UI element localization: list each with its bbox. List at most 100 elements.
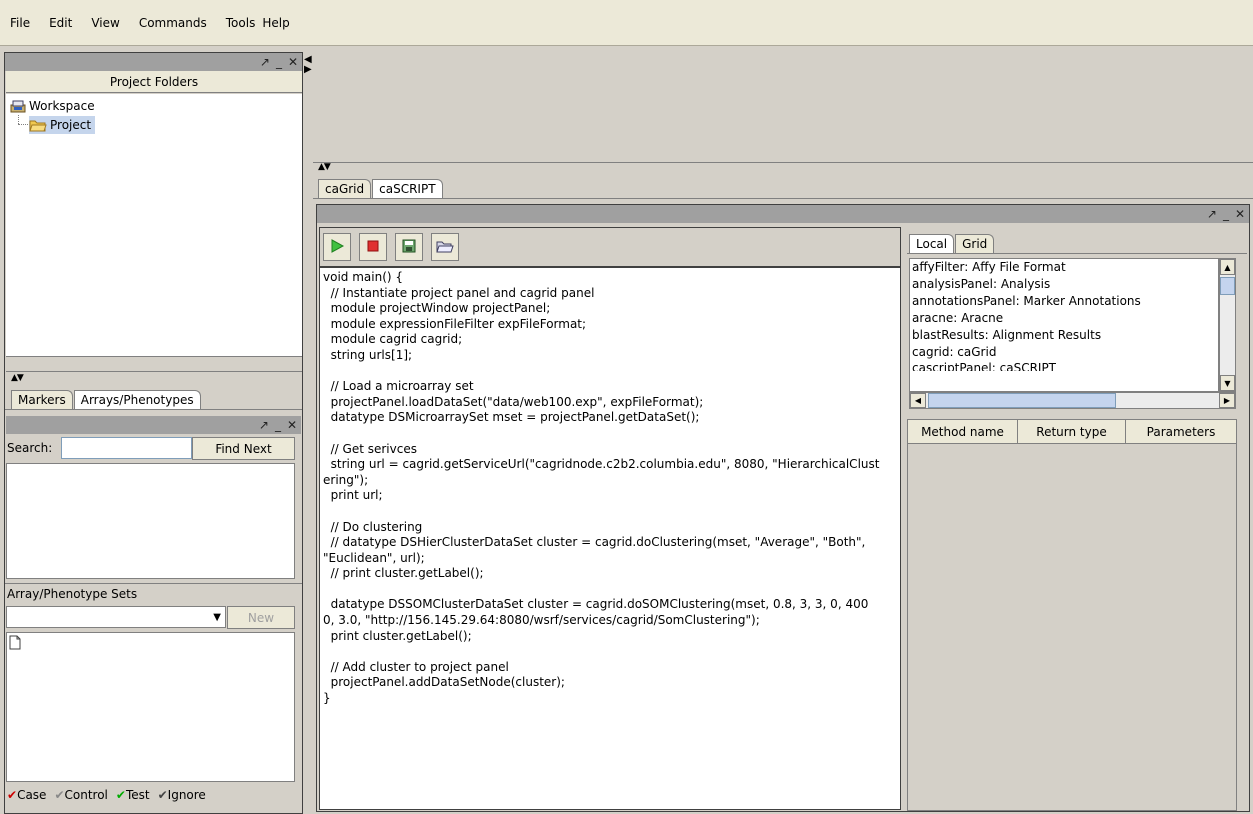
- list-item[interactable]: annotationsPanel: Marker Annotations: [910, 293, 1218, 310]
- folder-open-icon: [29, 118, 47, 132]
- list-item[interactable]: blastResults: Alignment Results: [910, 327, 1218, 344]
- tree-item-workspace[interactable]: Workspace: [10, 97, 95, 115]
- tree-connector: [18, 115, 19, 124]
- search-input[interactable]: [61, 437, 192, 459]
- legend-label: Test: [125, 788, 150, 802]
- tab-cascript[interactable]: caSCRIPT: [372, 179, 443, 198]
- tab-grid[interactable]: Grid: [955, 234, 995, 253]
- phenotype-legend: ✔ Case ✔ Control ✔ Test ✔ Ignore: [7, 788, 206, 802]
- legend-label: Control: [64, 788, 108, 802]
- search-results-list[interactable]: [6, 463, 295, 579]
- scroll-left-icon[interactable]: ◀: [910, 393, 926, 408]
- list-item[interactable]: aracne: Aracne: [910, 310, 1218, 327]
- component-list[interactable]: affyFilter: Affy File Format analysisPan…: [909, 258, 1219, 392]
- horizontal-scrollbar[interactable]: ◀ ▶: [909, 392, 1236, 409]
- minimize-icon[interactable]: _: [276, 55, 282, 69]
- stop-button[interactable]: [359, 233, 387, 261]
- pin-green-icon: ✔: [115, 788, 126, 802]
- menu-bar: File Edit View Commands Tools Help: [0, 0, 1253, 46]
- scroll-up-icon[interactable]: ▲: [1220, 259, 1235, 275]
- list-item[interactable]: cagrid: caGrid: [910, 344, 1218, 361]
- collapse-arrows-icon[interactable]: ▲▼: [318, 162, 331, 172]
- sets-dropdown[interactable]: ▼: [6, 606, 226, 628]
- tab-divider: [313, 198, 1253, 199]
- find-next-button[interactable]: Find Next: [192, 437, 295, 460]
- tab-divider: [5, 409, 302, 410]
- stop-icon: [365, 238, 381, 257]
- splitter[interactable]: [6, 356, 302, 372]
- column-header[interactable]: Parameters: [1126, 420, 1236, 443]
- sets-list[interactable]: [6, 632, 295, 782]
- tree-label: Project: [50, 118, 92, 132]
- tab-arrays-phenotypes[interactable]: Arrays/Phenotypes: [73, 390, 201, 409]
- methods-table-header: Method name Return type Parameters: [908, 420, 1236, 444]
- methods-table: Method name Return type Parameters: [907, 419, 1237, 811]
- open-icon: [436, 238, 454, 257]
- main-tabs: caGrid caSCRIPT: [318, 176, 444, 198]
- open-button[interactable]: [431, 233, 459, 261]
- column-header[interactable]: Method name: [908, 420, 1018, 443]
- project-folders-header: Project Folders: [6, 71, 302, 93]
- column-header[interactable]: Return type: [1018, 420, 1126, 443]
- collapse-arrows-icon[interactable]: ▲▼: [11, 373, 24, 383]
- search-label: Search:: [7, 441, 53, 455]
- legend-ignore[interactable]: ✔ Ignore: [158, 788, 206, 802]
- close-icon[interactable]: ✕: [288, 55, 298, 69]
- cascript-panel: ↗ _ ✕ void main() { // Instantiate proje…: [316, 204, 1250, 812]
- array-phenotype-sets-label: Array/Phenotype Sets: [7, 587, 138, 601]
- legend-label: Ignore: [167, 788, 206, 802]
- pin-dark-icon: ✔: [157, 788, 168, 802]
- menu-commands[interactable]: Commands: [139, 16, 207, 30]
- vertical-splitter-arrows-icon[interactable]: ◀ ▶: [304, 55, 312, 75]
- scroll-thumb[interactable]: [1220, 277, 1235, 295]
- run-icon: [329, 238, 345, 257]
- arrays-panel-titlebar: ↗ _ ✕: [6, 416, 301, 434]
- list-item[interactable]: cascriptPanel: caSCRIPT: [910, 361, 1218, 371]
- close-icon[interactable]: ✕: [1235, 207, 1245, 221]
- maximize-icon[interactable]: ↗: [259, 418, 269, 432]
- minimize-icon[interactable]: _: [1223, 207, 1229, 221]
- upper-visual-area: [313, 52, 1253, 162]
- vertical-scrollbar[interactable]: ▲ ▼: [1219, 258, 1236, 392]
- menu-file[interactable]: File: [10, 16, 30, 30]
- tree-item-project[interactable]: Project: [29, 116, 96, 134]
- tab-markers[interactable]: Markers: [11, 390, 73, 409]
- tab-cagrid[interactable]: caGrid: [318, 179, 372, 198]
- legend-label: Case: [17, 788, 47, 802]
- legend-control[interactable]: ✔ Control: [54, 788, 107, 802]
- maximize-icon[interactable]: ↗: [260, 55, 270, 69]
- divider: [313, 162, 1253, 163]
- tab-local[interactable]: Local: [909, 234, 955, 253]
- scroll-thumb[interactable]: [928, 393, 1116, 408]
- close-icon[interactable]: ✕: [287, 418, 297, 432]
- project-tree: Workspace Project: [6, 94, 302, 356]
- scroll-down-icon[interactable]: ▼: [1220, 375, 1235, 391]
- left-column: ↗ _ ✕ Project Folders Workspace Project …: [4, 52, 303, 814]
- cascript-titlebar: ↗ _ ✕: [317, 205, 1249, 223]
- script-editor[interactable]: void main() { // Instantiate project pan…: [319, 267, 901, 810]
- project-panel-titlebar: ↗ _ ✕: [5, 53, 302, 71]
- save-icon: [401, 238, 417, 257]
- pin-gray-icon: ✔: [54, 788, 65, 802]
- save-button[interactable]: [395, 233, 423, 261]
- legend-case[interactable]: ✔ Case: [7, 788, 46, 802]
- list-item[interactable]: analysisPanel: Analysis: [910, 276, 1218, 293]
- menu-tools[interactable]: Tools: [226, 16, 256, 30]
- menu-help[interactable]: Help: [262, 16, 289, 30]
- list-item[interactable]: affyFilter: Affy File Format: [910, 259, 1218, 276]
- menu-view[interactable]: View: [91, 16, 119, 30]
- run-button[interactable]: [323, 233, 351, 261]
- right-tabs: Local Grid: [909, 231, 995, 253]
- pin-red-icon: ✔: [7, 788, 18, 802]
- minimize-icon[interactable]: _: [275, 418, 281, 432]
- tree-label: Workspace: [29, 99, 95, 113]
- tab-divider: [907, 253, 1247, 254]
- tree-connector: [18, 124, 28, 125]
- script-toolbar: [319, 227, 901, 267]
- new-set-button[interactable]: New: [227, 606, 295, 629]
- menu-edit[interactable]: Edit: [49, 16, 72, 30]
- scroll-right-icon[interactable]: ▶: [1219, 393, 1235, 408]
- legend-test[interactable]: ✔ Test: [116, 788, 150, 802]
- maximize-icon[interactable]: ↗: [1207, 207, 1217, 221]
- lower-left-tabs: Markers Arrays/Phenotypes: [11, 387, 202, 409]
